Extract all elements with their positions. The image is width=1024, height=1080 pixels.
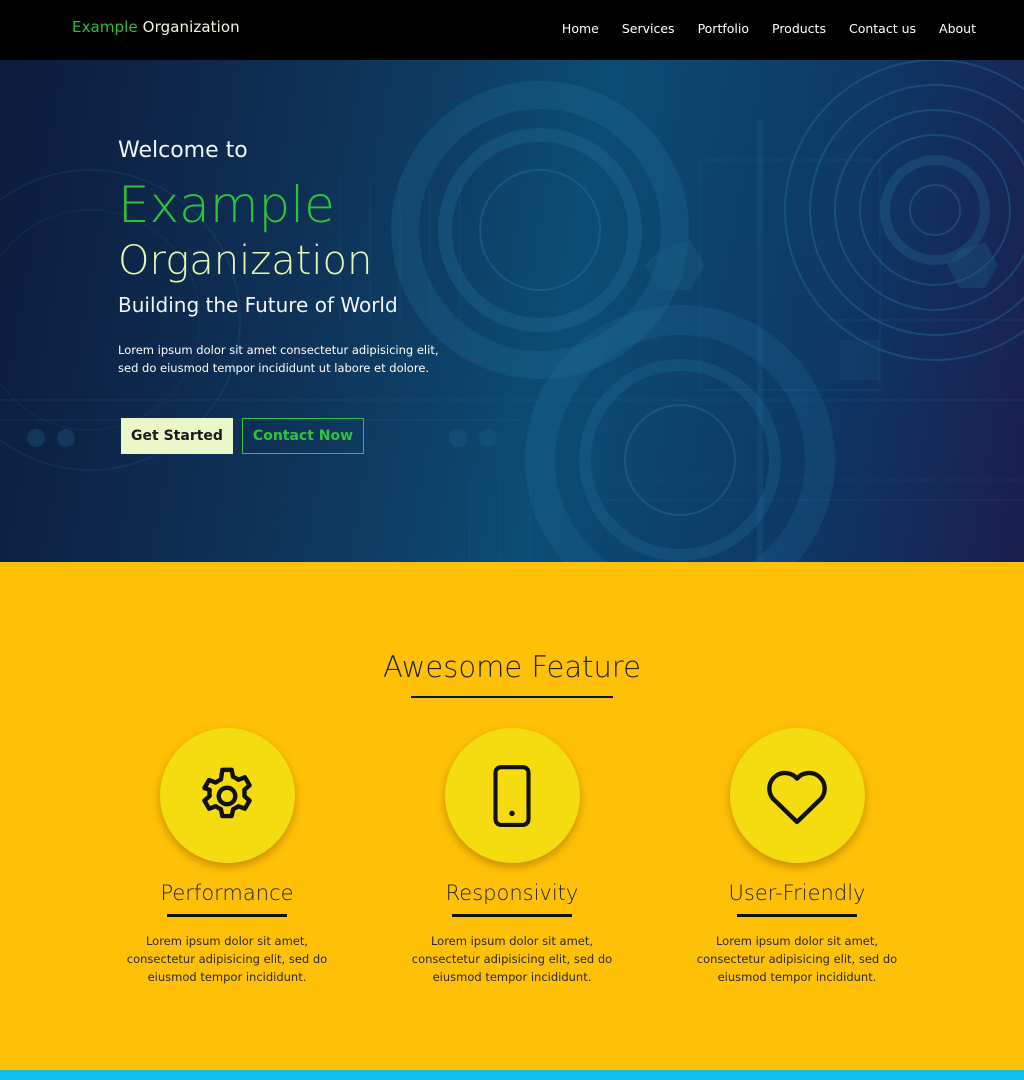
heart-icon (767, 770, 827, 824)
hero-name-line2: Organization (118, 238, 373, 284)
get-started-button[interactable]: Get Started (121, 418, 233, 454)
brand-name-part2: Organization (142, 18, 240, 36)
features-title: Awesome Feature (383, 650, 641, 684)
feature-card-user-friendly: User-Friendly Lorem ipsum dolor sit amet… (677, 728, 917, 986)
hero-name-line1: Example (118, 176, 335, 234)
features-section: Awesome Feature Performance Lorem ipsum … (0, 562, 1024, 1070)
feature-card-performance: Performance Lorem ipsum dolor sit amet, … (107, 728, 347, 986)
nav-item-products[interactable]: Products (772, 21, 826, 36)
hero-welcome: Welcome to (118, 138, 248, 163)
hero-content: Welcome to Example Organization Building… (118, 138, 448, 377)
gear-icon (202, 767, 252, 818)
hero-tagline: Building the Future of World (118, 293, 398, 317)
hero-section: Welcome to Example Organization Building… (0, 60, 1024, 562)
smartphone-icon (493, 764, 531, 827)
brand-name-part1: Example (72, 18, 138, 36)
hero-description: Lorem ipsum dolor sit amet consectetur a… (118, 343, 439, 375)
feature-card-responsivity: Responsivity Lorem ipsum dolor sit amet,… (392, 728, 632, 986)
feature-title: Responsivity (445, 881, 579, 905)
feature-icon-circle (444, 728, 580, 863)
feature-description: Lorem ipsum dolor sit amet, consectetur … (696, 934, 898, 984)
feature-description: Lorem ipsum dolor sit amet, consectetur … (411, 934, 613, 984)
nav-item-about[interactable]: About (939, 21, 976, 36)
features-title-divider (411, 696, 613, 698)
feature-title: Performance (160, 881, 294, 905)
nav-item-services[interactable]: Services (622, 21, 675, 36)
brand-logo-link[interactable]: Example Organization (72, 18, 240, 36)
feature-icon-circle (159, 728, 295, 863)
nav-item-portfolio[interactable]: Portfolio (698, 21, 749, 36)
feature-title: User-Friendly (728, 881, 866, 905)
nav-item-contact-us[interactable]: Contact us (849, 21, 916, 36)
nav-item-home[interactable]: Home (562, 21, 599, 36)
footer-top-strip (0, 1070, 1024, 1080)
hero-buttons: Get Started Contact Now (121, 418, 364, 454)
feature-title-divider (167, 914, 287, 917)
feature-icon-circle (729, 728, 865, 863)
feature-title-divider (452, 914, 572, 917)
nav-links: Home Services Portfolio Products Contact… (539, 21, 976, 36)
feature-title-divider (737, 914, 857, 917)
feature-description: Lorem ipsum dolor sit amet, consectetur … (126, 934, 328, 984)
navbar: Example Organization Home Services Portf… (0, 0, 1024, 60)
contact-now-button[interactable]: Contact Now (242, 418, 364, 454)
